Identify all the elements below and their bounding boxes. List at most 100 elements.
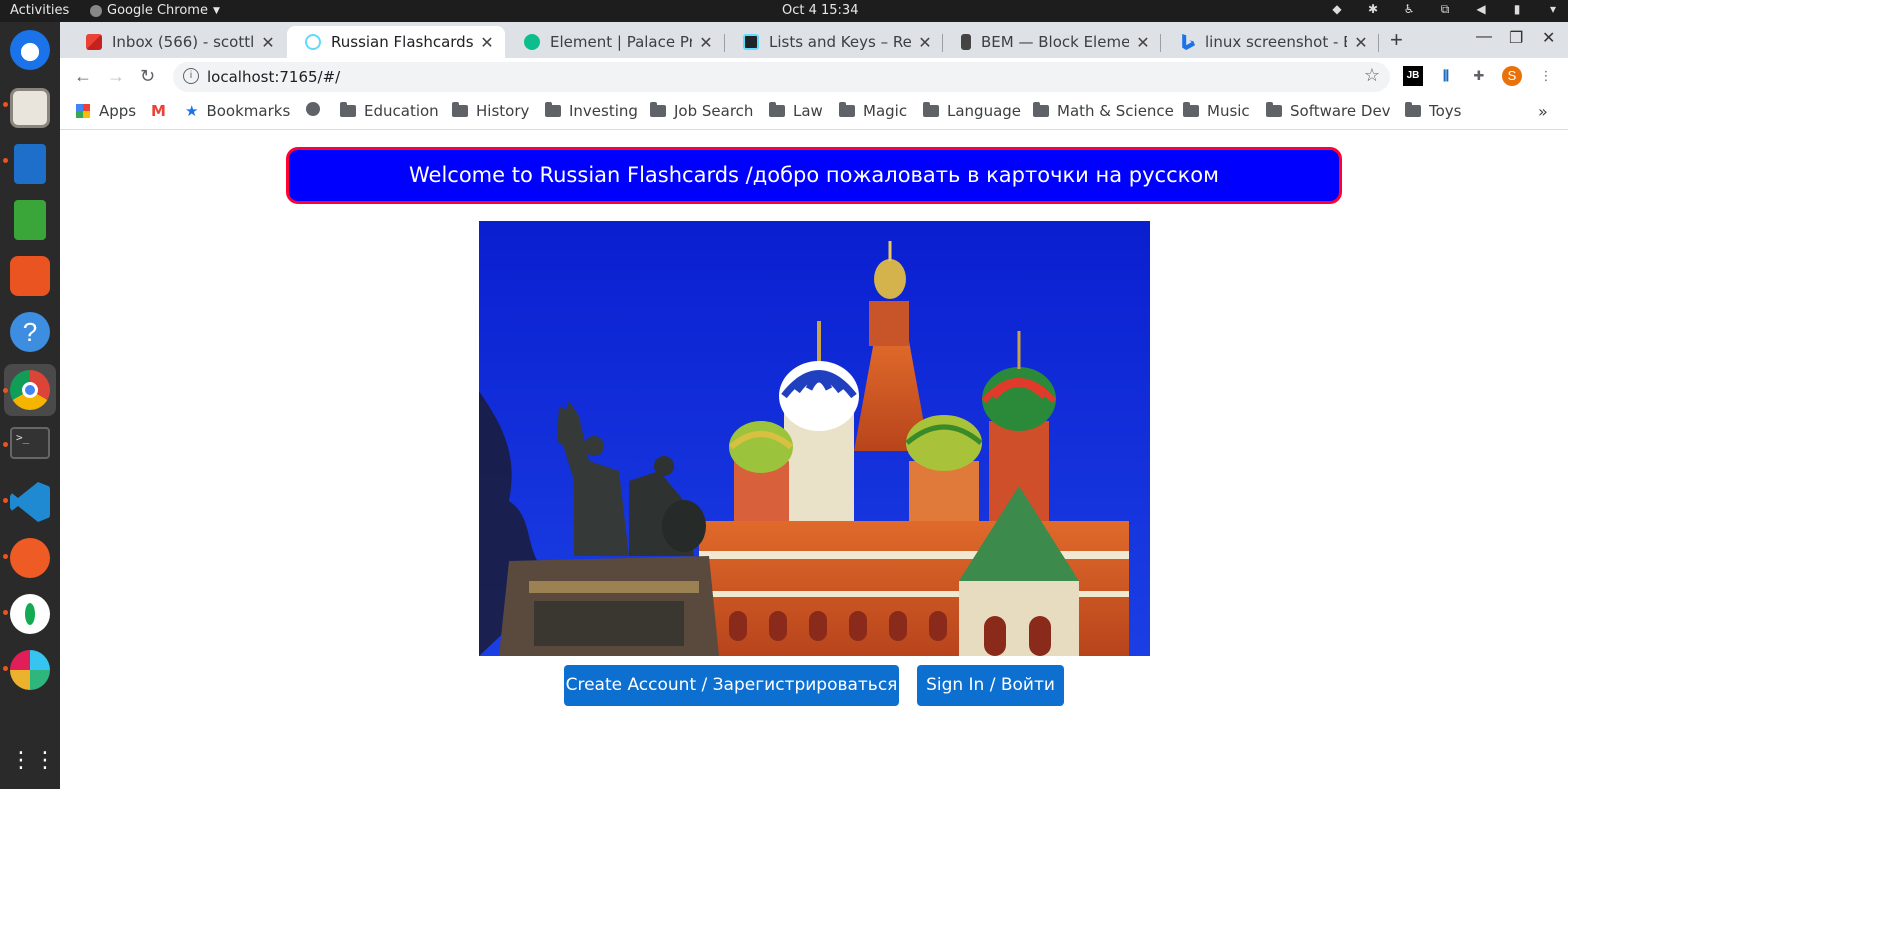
folder-icon <box>452 102 468 117</box>
chrome-logo <box>10 370 50 410</box>
slack-tray-icon[interactable]: ✱ <box>1366 2 1380 16</box>
close-icon[interactable]: ✕ <box>1135 33 1151 52</box>
bookmark-folder-math-science[interactable]: Math & Science <box>1033 102 1174 120</box>
welcome-banner: Welcome to Russian Flashcards /добро пож… <box>286 147 1342 204</box>
app-menu[interactable]: Google Chrome ▼ <box>90 3 220 18</box>
running-indicator <box>3 498 8 503</box>
forward-icon[interactable]: → <box>107 66 125 87</box>
bookmark-folder-law[interactable]: Law <box>769 102 823 120</box>
writer-icon[interactable] <box>14 144 46 184</box>
bookmark-globe[interactable] <box>306 102 320 116</box>
vscode-icon[interactable] <box>10 482 50 522</box>
bookmark-gmail[interactable]: M <box>151 102 166 120</box>
chrome-dock-icon[interactable] <box>4 364 56 416</box>
mongodb-compass-icon[interactable] <box>10 594 50 634</box>
tab-lists-and-keys[interactable]: Lists and Keys – React ✕ <box>725 26 943 58</box>
bookmark-folder-investing[interactable]: Investing <box>545 102 638 120</box>
chevron-down-icon: ▼ <box>212 5 220 16</box>
files-icon[interactable] <box>10 88 50 128</box>
tab-linux-screenshot[interactable]: linux screenshot - Bin ✕ <box>1161 26 1379 58</box>
bookmark-bookmarks[interactable]: ★ Bookmarks <box>185 102 290 120</box>
st-basils-cathedral-image <box>479 221 1150 656</box>
close-icon[interactable]: ✕ <box>917 33 933 52</box>
network-icon[interactable]: ⧉ <box>1438 2 1452 16</box>
extensions-puzzle-icon[interactable]: ✚ <box>1469 66 1489 86</box>
bookmark-folder-toys[interactable]: Toys <box>1405 102 1461 120</box>
chevron-right-icon[interactable]: » <box>1538 102 1548 121</box>
help-icon[interactable]: ? <box>10 312 50 352</box>
close-icon[interactable]: ✕ <box>479 33 495 52</box>
power-icon[interactable]: ▾ <box>1546 2 1560 16</box>
postman-icon[interactable] <box>10 538 50 578</box>
terminal-icon[interactable]: >_ <box>10 427 50 459</box>
reload-icon[interactable]: ↻ <box>140 66 155 87</box>
close-icon[interactable]: ✕ <box>1353 33 1369 52</box>
volume-icon[interactable]: ◀ <box>1474 2 1488 16</box>
tab-strip: Inbox (566) - scottlurd ✕ Russian Flashc… <box>60 22 1568 58</box>
bookmark-folder-language[interactable]: Language <box>923 102 1021 120</box>
extension-bars-icon[interactable]: ⫼ <box>1436 66 1456 86</box>
folder-icon <box>769 102 785 117</box>
activities-button[interactable]: Activities <box>10 3 69 18</box>
bing-icon <box>1182 34 1195 50</box>
show-apps-icon[interactable]: ⋮⋮⋮ <box>10 740 80 780</box>
sign-in-button[interactable]: Sign In / Войти <box>917 665 1064 706</box>
tab-bem[interactable]: BEM — Block Elemen ✕ <box>943 26 1161 58</box>
create-account-button[interactable]: Create Account / Зарегистрироваться <box>564 665 899 706</box>
running-indicator <box>3 102 8 107</box>
address-bar[interactable]: i localhost:7165/#/ ☆ <box>173 62 1390 92</box>
url-text[interactable]: localhost:7165/#/ <box>207 68 340 86</box>
system-top-bar: Activities Google Chrome ▼ Oct 4 15:34 ◆… <box>0 0 1568 22</box>
window-close-icon[interactable]: ✕ <box>1542 28 1555 48</box>
tab-title: Inbox (566) - scottlurd <box>112 33 254 51</box>
tab-title: Element | Palace Prog <box>550 33 692 51</box>
profile-avatar[interactable]: S <box>1502 66 1522 86</box>
tab-inbox[interactable]: Inbox (566) - scottlurd ✕ <box>68 26 286 58</box>
gmail-icon <box>86 34 102 50</box>
folder-icon <box>1183 102 1199 117</box>
minimize-icon[interactable]: — <box>1476 28 1492 46</box>
running-indicator <box>3 442 8 447</box>
dropbox-icon[interactable]: ◆ <box>1330 2 1344 16</box>
bookmark-label: Math & Science <box>1057 102 1174 120</box>
software-center-icon[interactable] <box>10 256 50 296</box>
jetbrains-extension-icon[interactable]: JB <box>1403 66 1423 86</box>
tab-title: BEM — Block Elemen <box>981 33 1129 51</box>
bookmark-folder-job-search[interactable]: Job Search <box>650 102 753 120</box>
bookmarks-bar: Apps M ★ Bookmarks Education History Inv… <box>60 94 1568 130</box>
bookmark-star-icon[interactable]: ☆ <box>1364 65 1380 86</box>
tab-element[interactable]: Element | Palace Prog ✕ <box>506 26 724 58</box>
bookmark-apps[interactable]: Apps <box>76 102 136 120</box>
tab-title: linux screenshot - Bin <box>1205 33 1347 51</box>
bookmark-folder-history[interactable]: History <box>452 102 529 120</box>
tab-separator <box>1378 34 1379 52</box>
tab-russian-flashcards[interactable]: Russian Flashcards ✕ <box>287 26 505 58</box>
back-icon[interactable]: ← <box>74 66 92 87</box>
accessibility-icon[interactable]: ♿ <box>1402 2 1416 16</box>
bookmark-label: Toys <box>1429 102 1462 120</box>
running-indicator <box>3 554 8 559</box>
bookmark-label: Law <box>793 102 823 120</box>
folder-icon <box>545 102 561 117</box>
close-icon[interactable]: ✕ <box>698 33 714 52</box>
site-info-icon[interactable]: i <box>183 68 199 84</box>
bookmark-folder-magic[interactable]: Magic <box>839 102 907 120</box>
new-tab-icon[interactable]: + <box>1390 27 1403 53</box>
tab-title: Lists and Keys – React <box>769 33 911 51</box>
thunderbird-icon[interactable] <box>10 30 50 70</box>
clock[interactable]: Oct 4 15:34 <box>782 3 858 18</box>
slack-icon[interactable] <box>10 650 50 690</box>
bookmark-folder-music[interactable]: Music <box>1183 102 1250 120</box>
close-icon[interactable]: ✕ <box>260 33 276 52</box>
battery-icon[interactable]: ▮ <box>1510 2 1524 16</box>
bookmark-folder-software-dev[interactable]: Software Dev <box>1266 102 1391 120</box>
menu-kebab-icon[interactable]: ⋮ <box>1536 66 1556 86</box>
bookmark-folder-education[interactable]: Education <box>340 102 439 120</box>
restore-icon[interactable]: ❐ <box>1509 28 1523 48</box>
calc-icon[interactable] <box>14 200 46 240</box>
gmail-icon: M <box>151 102 166 120</box>
react-icon <box>305 34 321 50</box>
bookmark-label: Job Search <box>674 102 754 120</box>
dock: ? >_ ⋮⋮⋮ <box>0 22 80 789</box>
page-content: Welcome to Russian Flashcards /добро пож… <box>60 131 1568 789</box>
